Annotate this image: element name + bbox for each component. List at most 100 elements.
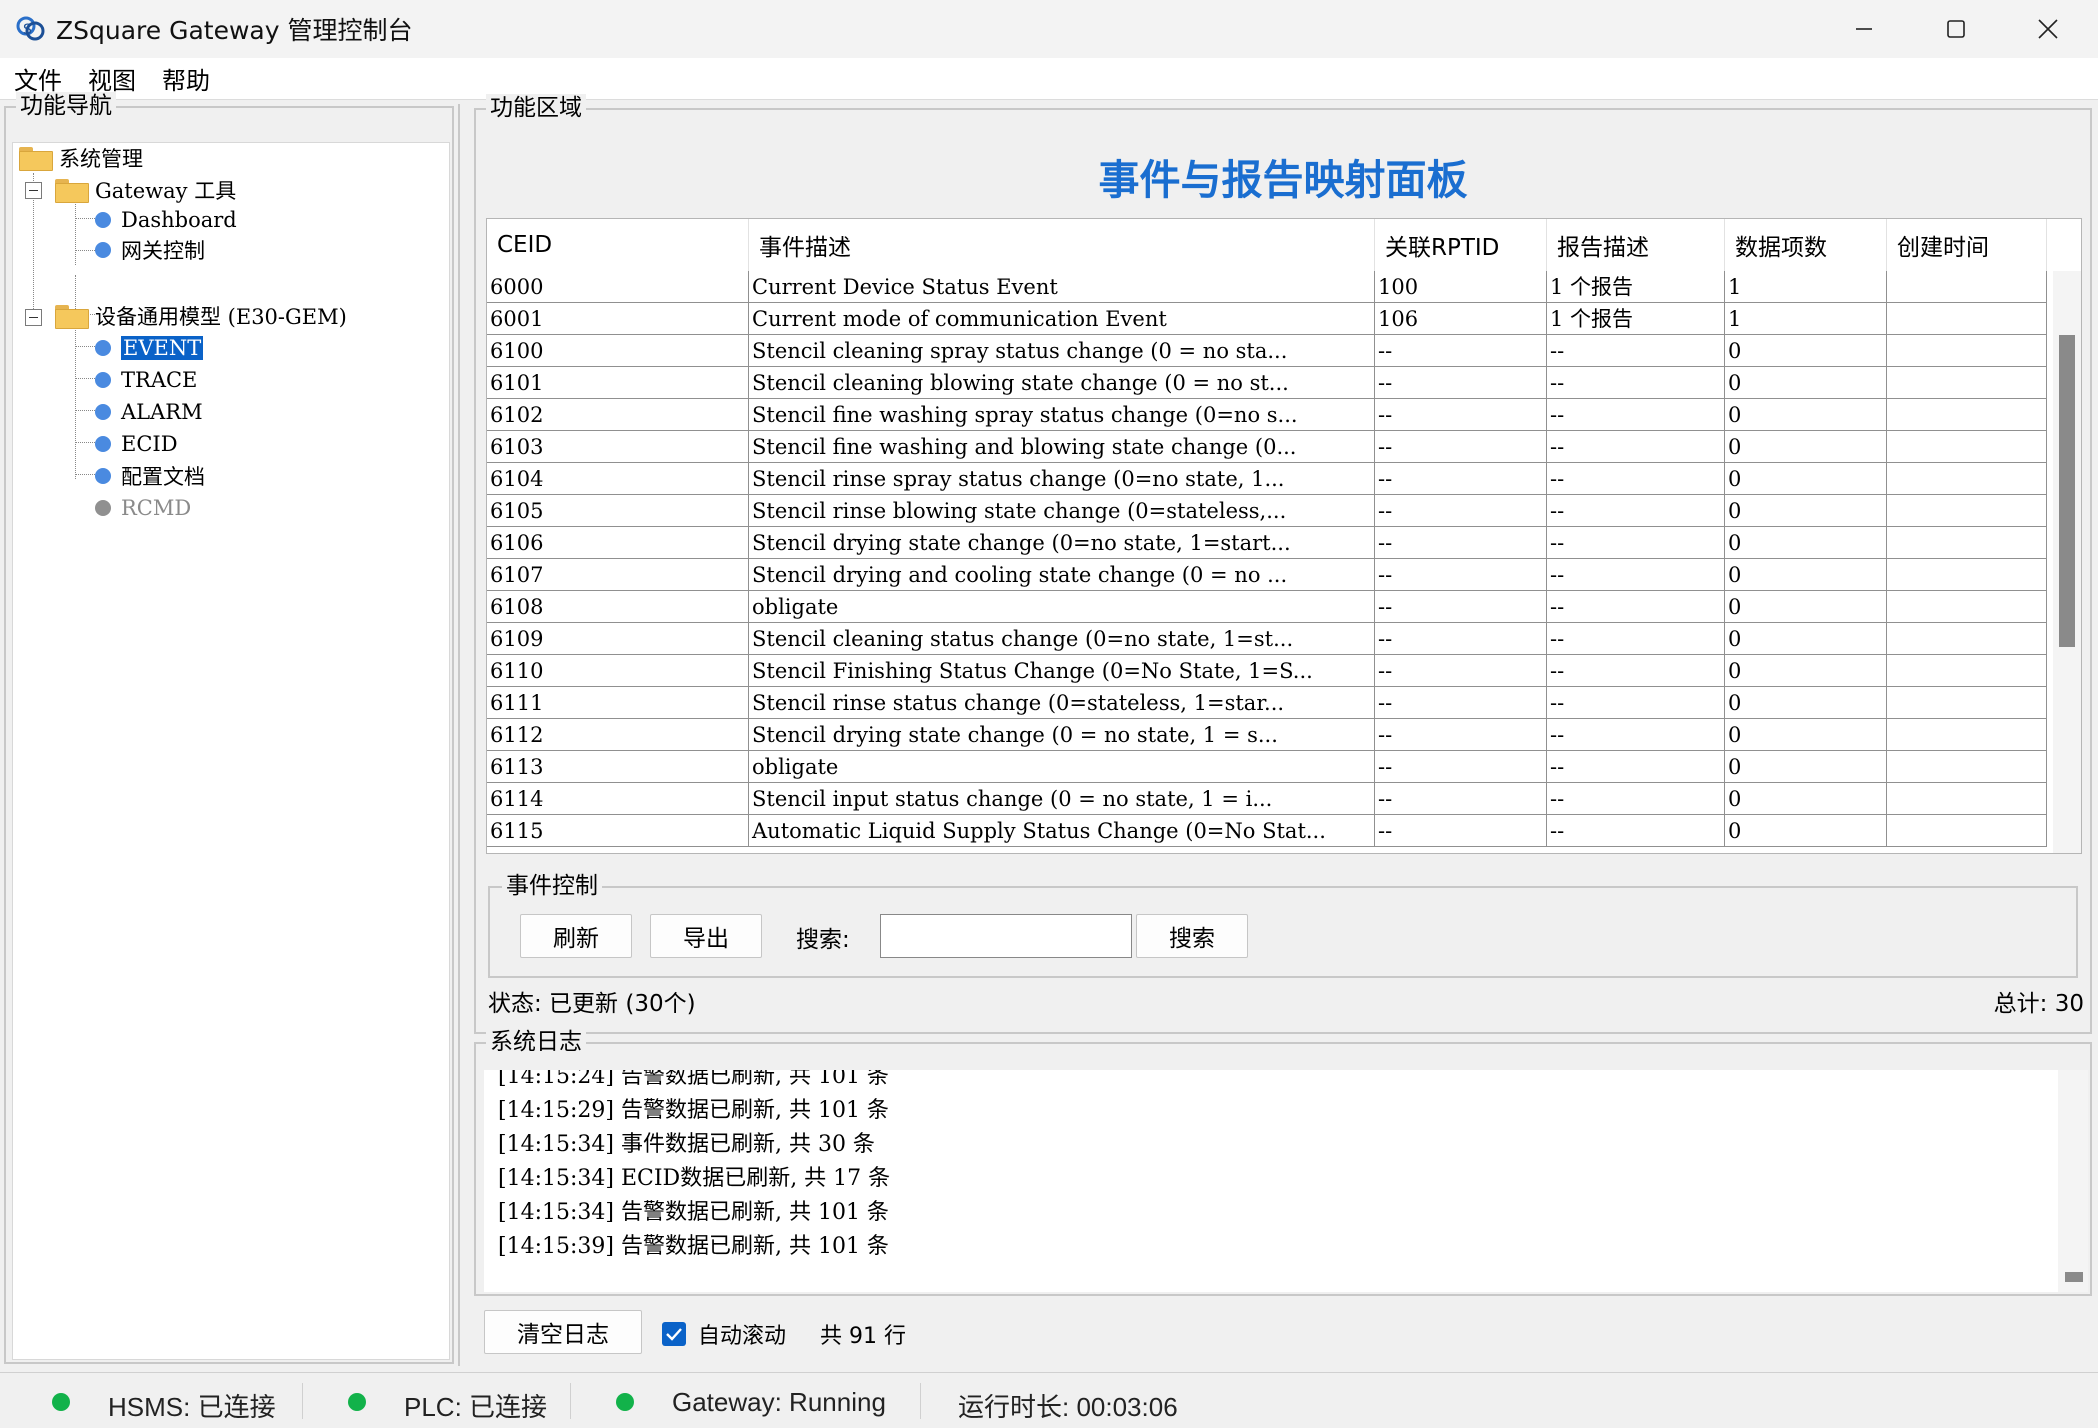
table-row[interactable]: 6110 Stencil Finishing Status Change (0=N… <box>487 655 2047 687</box>
table-cell <box>1887 655 2047 687</box>
tree-node-label: RCMD <box>121 496 192 520</box>
log-line: [14:15:34] ECID数据已刷新, 共 17 条 <box>498 1166 891 1191</box>
table-cell: 0 <box>1725 655 1887 687</box>
column-header[interactable]: 数据项数 <box>1725 219 1887 271</box>
table-cell: 0 <box>1725 751 1887 783</box>
column-header[interactable]: 报告描述 <box>1547 219 1725 271</box>
table-cell: Stencil cleaning status change (0=no sta… <box>749 623 1375 655</box>
tree-node-config-docs[interactable]: 配置文档 <box>95 461 205 491</box>
table-cell: -- <box>1375 463 1547 495</box>
close-button[interactable] <box>2002 0 2094 58</box>
table-row[interactable]: 6107 Stencil drying and cooling state cha… <box>487 559 2047 591</box>
table-cell: Automatic Liquid Supply Status Change (0… <box>749 815 1375 847</box>
search-button[interactable]: 搜索 <box>1136 914 1248 958</box>
table-cell: Stencil drying and cooling state change … <box>749 559 1375 591</box>
node-dot-icon <box>95 404 111 420</box>
table-row[interactable]: 6100 Stencil cleaning spray status change… <box>487 335 2047 367</box>
log-scrollbar[interactable] <box>2058 1070 2088 1292</box>
table-cell: -- <box>1375 591 1547 623</box>
table-cell: -- <box>1375 367 1547 399</box>
event-report-table: CEID 事件描述 关联RPTID 报告描述 数据项数 创建时间 6000 Current … <box>486 218 2082 854</box>
panel-splitter[interactable] <box>458 104 468 1366</box>
table-cell: 1 <box>1725 271 1887 303</box>
table-row[interactable]: 6106 Stencil drying state change (0=no st… <box>487 527 2047 559</box>
status-text: 状态: 已更新 (30个) <box>488 991 696 1017</box>
tree-node-alarm[interactable]: ALARM <box>95 397 203 427</box>
maximize-button[interactable] <box>1910 0 2002 58</box>
table-cell: -- <box>1547 463 1725 495</box>
autoscroll-checkbox[interactable] <box>662 1322 686 1346</box>
tree-node-gateway-control[interactable]: 网关控制 <box>95 235 205 265</box>
node-dot-icon <box>95 372 111 388</box>
table-row[interactable]: 6000 Current Device Status Event 100 1 个报告 1 <box>487 271 2047 303</box>
clear-log-button[interactable]: 清空日志 <box>484 1310 642 1354</box>
column-header[interactable]: CEID <box>487 219 749 271</box>
collapse-toggle[interactable] <box>25 182 42 199</box>
table-cell: Stencil input status change (0 = no stat… <box>749 783 1375 815</box>
column-header[interactable]: 创建时间 <box>1887 219 2047 271</box>
table-row[interactable]: 6111 Stencil rinse status change (0=state… <box>487 687 2047 719</box>
table-cell: -- <box>1547 431 1725 463</box>
table-cell: -- <box>1375 623 1547 655</box>
table-cell: 0 <box>1725 623 1887 655</box>
table-row[interactable]: 6113 obligate -- -- 0 <box>487 751 2047 783</box>
table-cell: 1 <box>1725 303 1887 335</box>
gateway-status: Gateway: Running <box>672 1387 886 1417</box>
tree-node-label: 网关控制 <box>121 239 205 263</box>
table-scrollbar[interactable] <box>2053 271 2081 853</box>
event-control-group: 事件控制 刷新 导出 搜索: 搜索 <box>488 872 2078 978</box>
tree-node-label: Dashboard <box>121 208 237 232</box>
export-button[interactable]: 导出 <box>650 914 762 958</box>
table-cell: -- <box>1547 367 1725 399</box>
table-row[interactable]: 6101 Stencil cleaning blowing state chang… <box>487 367 2047 399</box>
tree-node-system-admin[interactable]: 系统管理 <box>19 143 143 173</box>
refresh-button[interactable]: 刷新 <box>520 914 632 958</box>
table-row[interactable]: 6102 Stencil fine washing spray status ch… <box>487 399 2047 431</box>
collapse-toggle[interactable] <box>25 309 42 326</box>
scrollbar-thumb[interactable] <box>2065 1272 2083 1282</box>
table-row[interactable]: 6112 Stencil drying state change (0 = no … <box>487 719 2047 751</box>
menu-view[interactable]: 视图 <box>76 61 148 96</box>
tree-node-ecid[interactable]: ECID <box>95 429 178 459</box>
minimize-button[interactable] <box>1818 0 1910 58</box>
log-line-count: 共 91 行 <box>820 1324 906 1349</box>
search-label: 搜索: <box>796 927 850 953</box>
tree-node-rcmd[interactable]: RCMD <box>95 493 191 523</box>
nav-tree: 系统管理 Gateway 工具 Dashboard 网关控制 设备通用模型 (E… <box>12 142 450 1360</box>
tree-node-dashboard[interactable]: Dashboard <box>95 205 237 235</box>
scrollbar-thumb[interactable] <box>2059 335 2075 647</box>
table-cell <box>1887 399 2047 431</box>
table-cell <box>1887 335 2047 367</box>
table-row[interactable]: 6104 Stencil rinse spray status change (0… <box>487 463 2047 495</box>
table-cell: 6101 <box>487 367 749 399</box>
tree-node-equipment-model[interactable]: 设备通用模型 (E30-GEM) <box>55 301 347 331</box>
menu-file[interactable]: 文件 <box>2 61 74 96</box>
table-cell: 6105 <box>487 495 749 527</box>
uptime: 运行时长: 00:03:06 <box>958 1392 1178 1422</box>
column-header[interactable]: 事件描述 <box>749 219 1375 271</box>
menu-help[interactable]: 帮助 <box>150 61 222 96</box>
tree-node-label: 设备通用模型 (E30-GEM) <box>95 305 347 329</box>
table-row[interactable]: 6001 Current mode of communication Event 1… <box>487 303 2047 335</box>
table-row[interactable]: 6109 Stencil cleaning status change (0=no… <box>487 623 2047 655</box>
table-row[interactable]: 6114 Stencil input status change (0 = no … <box>487 783 2047 815</box>
table-cell: 6107 <box>487 559 749 591</box>
table-row[interactable]: 6115 Automatic Liquid Supply Status Chang… <box>487 815 2047 847</box>
log-line: [14:15:39] 告警数据已刷新, 共 101 条 <box>498 1234 889 1259</box>
tree-node-trace[interactable]: TRACE <box>95 365 197 395</box>
table-cell: 0 <box>1725 335 1887 367</box>
tree-node-gateway-tools[interactable]: Gateway 工具 <box>55 175 236 205</box>
tree-node-event[interactable]: EVENT <box>95 333 204 363</box>
column-header[interactable]: 关联RPTID <box>1375 219 1547 271</box>
search-input[interactable] <box>880 914 1132 958</box>
log-line: [14:15:29] 告警数据已刷新, 共 101 条 <box>498 1098 889 1123</box>
table-cell <box>1887 751 2047 783</box>
table-cell: 0 <box>1725 815 1887 847</box>
table-row[interactable]: 6108 obligate -- -- 0 <box>487 591 2047 623</box>
table-cell: -- <box>1547 719 1725 751</box>
hsms-status: HSMS: 已连接 <box>108 1392 276 1422</box>
table-row[interactable]: 6105 Stencil rinse blowing state change (… <box>487 495 2047 527</box>
table-cell: 6111 <box>487 687 749 719</box>
total-count: 总计: 30 <box>1993 991 2084 1017</box>
table-row[interactable]: 6103 Stencil fine washing and blowing sta… <box>487 431 2047 463</box>
